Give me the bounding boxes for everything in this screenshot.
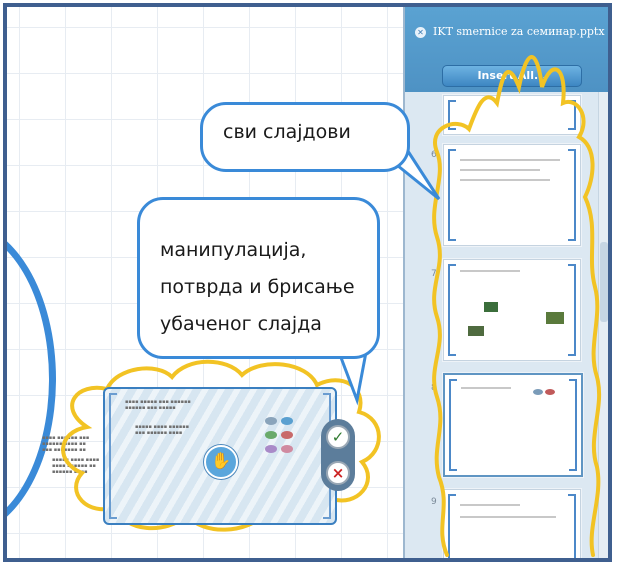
screenshot-frame: ▪▪▪▪ ▪▪▪▪▪▪ ▪▪▪ ▪▪▪▪▪▪ ▪▪▪▪ ▪▪ ▪▪▪ ▪▪▪▪▪▪▪… [3, 3, 612, 562]
hand-cursor-icon: ✋ [204, 445, 238, 479]
slide-shape [265, 417, 277, 425]
callout-text: манипулација, потврда и брисање убаченог… [160, 239, 355, 335]
slide-shape [281, 445, 293, 453]
slide-shape [281, 431, 293, 439]
thumbnail-highlight-outline [432, 55, 602, 557]
slide-shape [265, 445, 277, 453]
x-delete-icon[interactable]: × [326, 461, 350, 485]
slide-action-buttons: ✓ × [321, 419, 355, 491]
callout-manipulation: манипулација, потврда и брисање убаченог… [137, 197, 380, 359]
slide-shape [281, 417, 293, 425]
slide-small-text: ▪▪▪▪ ▪▪▪▪▪ ▪▪▪ ▪▪▪▪▪▪ ▪▪▪▪▪▪ ▪▪▪ ▪▪▪▪▪ [125, 399, 191, 411]
slide-small-text: ▪▪▪▪▪ ▪▪▪▪ ▪▪▪▪▪▪ ▪▪▪ ▪▪▪▪▪▪ ▪▪▪▪ [135, 424, 190, 436]
slide-bracket-left [109, 393, 117, 519]
callout-all-slides: сви слајдови [200, 102, 410, 172]
checkmark-icon[interactable]: ✓ [326, 425, 350, 449]
slide-shape [265, 431, 277, 439]
callout-text: сви слајдови [223, 121, 351, 143]
